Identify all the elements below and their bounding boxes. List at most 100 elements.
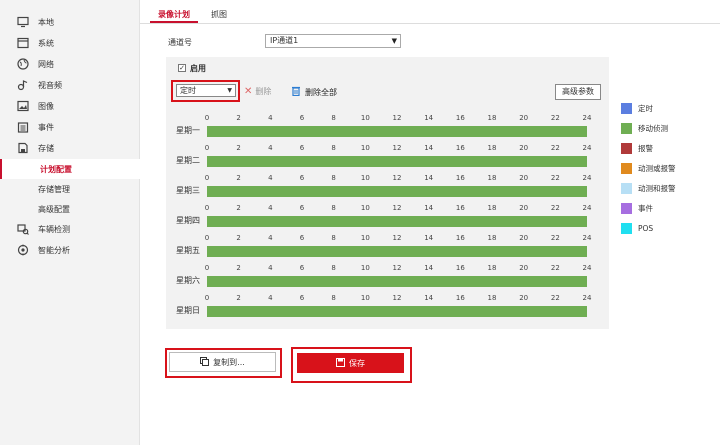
schedule-bar[interactable] [207,156,587,167]
hour-tick: 18 [487,144,497,152]
sidebar-item-system[interactable]: 系统 [0,33,140,53]
hour-tick: 4 [268,114,273,122]
highlight-box [291,347,412,383]
hour-tick: 20 [519,174,529,182]
day-label: 星期日 [176,306,200,315]
hour-tick: 16 [455,294,465,302]
sidebar-item-storage[interactable]: 存储 [0,138,140,158]
legend-label: POS [638,224,654,233]
hour-tick: 16 [455,234,465,242]
sidebar: 本地 系统 网络 视音频 图像 事件 存储 计划配置 存储管理 高级配置 车辆检… [0,0,140,445]
legend-item: 动测或报警 [621,163,676,174]
sidebar-item-schedule-config[interactable]: 计划配置 [0,159,140,179]
legend-item: POS [621,223,653,234]
schedule-bar[interactable] [207,246,587,257]
legend-label: 动测和报警 [638,184,676,193]
legend-item: 事件 [621,203,653,214]
sidebar-item-label: 系统 [38,38,54,48]
sidebar-item-label: 视音频 [38,80,62,90]
schedule-bar[interactable] [207,126,587,137]
hour-tick: 22 [550,234,560,242]
hour-tick: 10 [360,234,370,242]
hour-tick: 8 [331,234,336,242]
sidebar-item-advanced-config[interactable]: 高级配置 [0,199,140,219]
hour-tick: 24 [582,264,592,272]
schedule-bar[interactable] [207,186,587,197]
hour-tick: 4 [268,264,273,272]
hour-tick: 22 [550,174,560,182]
hour-tick: 2 [236,204,241,212]
tab-record-schedule[interactable]: 录像计划 [158,9,190,20]
audio-video-icon [17,79,29,91]
day-label: 星期六 [176,276,200,285]
legend-item: 移动侦测 [621,123,668,134]
hour-tick: 12 [392,144,402,152]
hour-tick: 20 [519,144,529,152]
schedule-bar[interactable] [207,306,587,317]
schedule-bar[interactable] [207,276,587,287]
hour-tick: 14 [424,234,434,242]
hour-tick: 2 [236,114,241,122]
sidebar-item-label: 事件 [38,122,54,132]
hour-tick: 4 [268,204,273,212]
hour-tick: 20 [519,204,529,212]
tab-capture[interactable]: 抓图 [211,9,227,20]
hour-tick: 2 [236,234,241,242]
legend-label: 报警 [638,144,653,153]
hour-tick: 22 [550,204,560,212]
hour-tick: 20 [519,234,529,242]
sidebar-item-image[interactable]: 图像 [0,96,140,116]
image-icon [17,100,29,112]
calendar-icon [17,121,29,133]
hour-tick: 6 [299,234,305,242]
schedule-bar[interactable] [207,216,587,227]
sidebar-item-smart-analysis[interactable]: 智能分析 [0,240,140,260]
hour-tick: 2 [236,264,241,272]
delete-label: 删除 [255,87,272,96]
sidebar-item-vehicle-detection[interactable]: 车辆检测 [0,219,140,239]
hour-tick: 8 [331,144,336,152]
hour-tick: 12 [392,264,402,272]
sidebar-item-audio-video[interactable]: 视音频 [0,75,140,95]
hour-tick: 10 [360,294,370,302]
hour-tick: 0 [204,264,210,272]
sidebar-item-label: 智能分析 [38,245,70,255]
hour-tick: 20 [519,264,529,272]
legend-swatch [621,123,632,134]
close-icon: ✕ [244,86,253,97]
tab-bar [140,0,720,24]
hour-tick: 10 [360,174,370,182]
sidebar-item-local[interactable]: 本地 [0,12,140,32]
window-icon [17,37,29,49]
hour-tick: 6 [299,294,305,302]
hour-tick: 4 [268,234,273,242]
hour-tick: 22 [550,264,560,272]
hour-tick: 0 [204,114,210,122]
delete-all-button[interactable]: 删除全部 [292,86,337,99]
highlight-box [165,348,282,378]
sidebar-item-storage-management[interactable]: 存储管理 [0,179,140,199]
hour-tick: 18 [487,174,497,182]
trash-icon [292,86,300,99]
smart-analysis-icon [17,244,29,256]
advanced-params-button[interactable]: 高级参数 [555,84,601,100]
hour-tick: 6 [299,114,305,122]
sidebar-item-network[interactable]: 网络 [0,54,140,74]
legend-swatch [621,203,632,214]
legend-swatch [621,223,632,234]
legend-label: 移动侦测 [638,124,668,133]
sidebar-item-event[interactable]: 事件 [0,117,140,137]
hour-tick: 16 [455,144,465,152]
hour-tick: 24 [582,174,592,182]
hour-tick: 14 [424,204,434,212]
hour-tick: 20 [519,114,529,122]
channel-select[interactable]: IP通道1 ▼ [265,34,401,48]
hour-tick: 12 [392,114,402,122]
legend-item: 动测和报警 [621,183,676,194]
legend-label: 事件 [638,204,653,213]
hour-tick: 12 [392,204,402,212]
enable-checkbox[interactable]: ✓ [178,64,186,72]
hour-tick: 22 [550,114,560,122]
hour-tick: 24 [582,114,592,122]
delete-button[interactable]: ✕ 删除 [244,86,271,97]
